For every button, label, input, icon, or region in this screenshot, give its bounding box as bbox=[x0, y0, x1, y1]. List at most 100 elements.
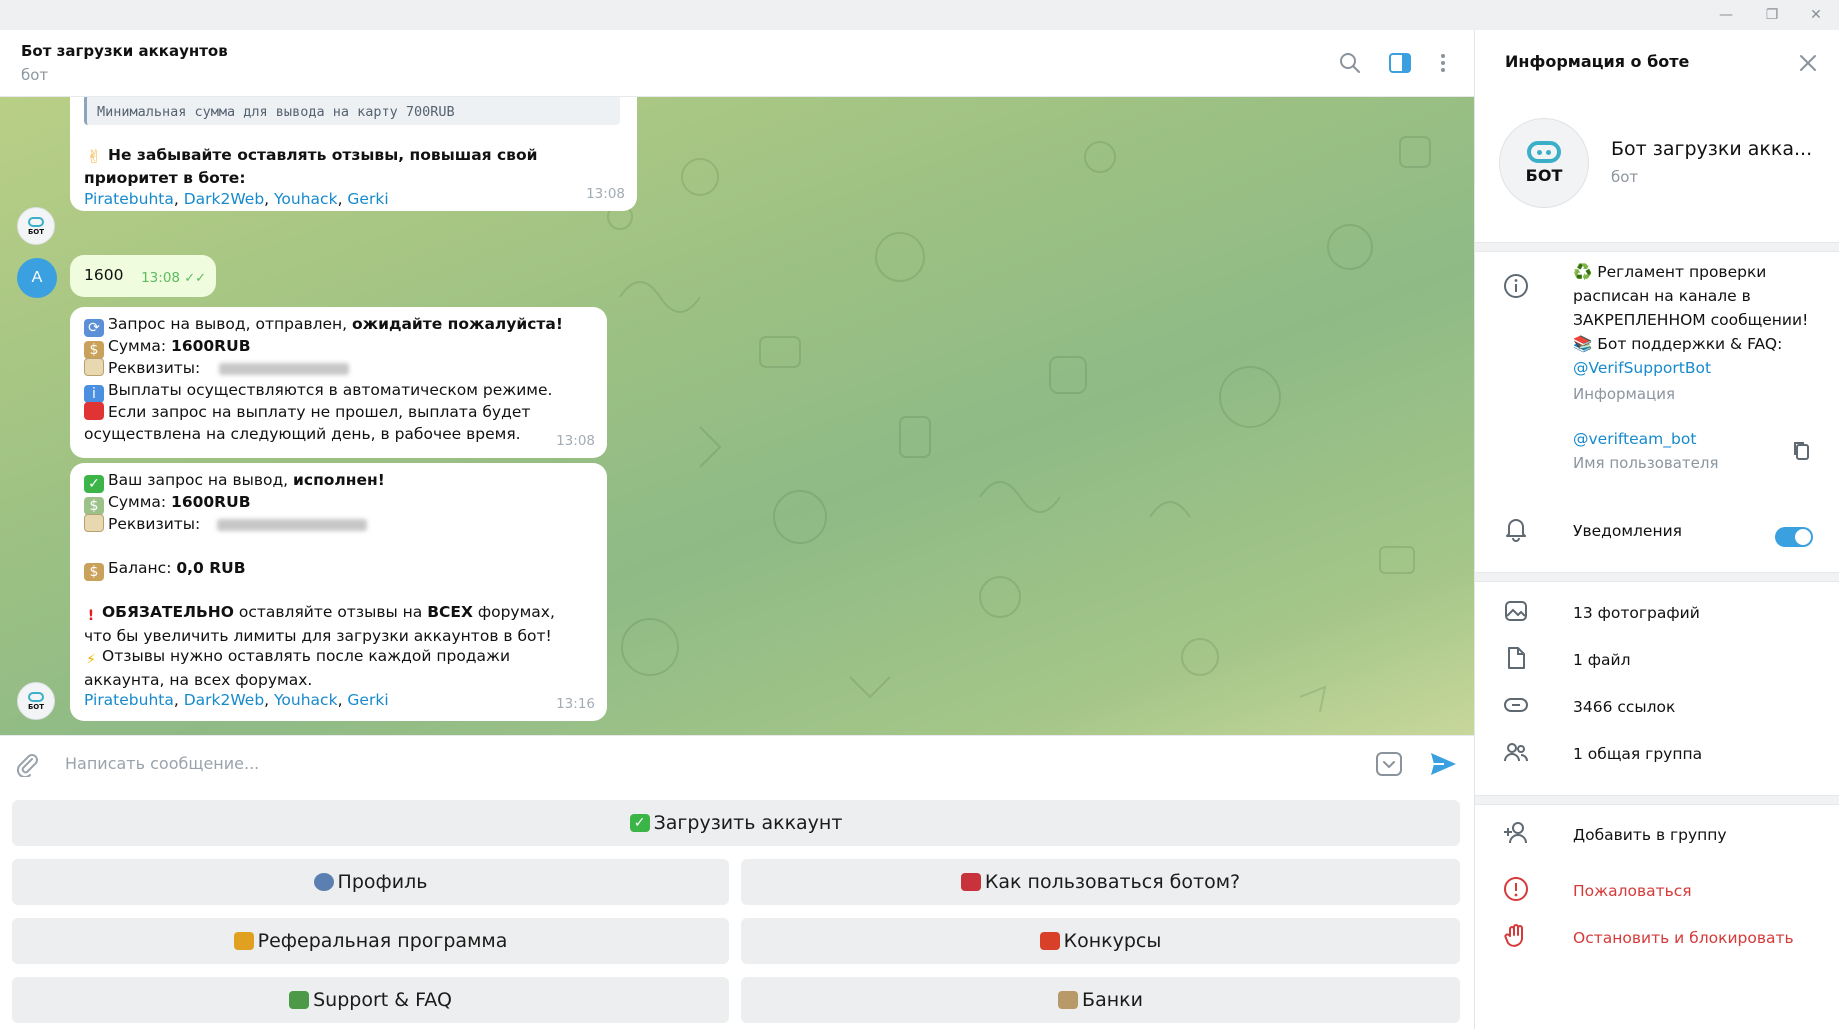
link-separator: , bbox=[264, 190, 275, 208]
sidebar-toggle-button[interactable] bbox=[1385, 48, 1415, 78]
bot-description: ♻️ Регламент проверки расписан на канале… bbox=[1573, 260, 1818, 380]
link-dark2web[interactable]: Dark2Web bbox=[184, 691, 264, 709]
amount-value: 1600RUB bbox=[171, 493, 251, 511]
bell-icon bbox=[1502, 515, 1530, 543]
message-bot[interactable]: ✓ Ваш запрос на вывод, исполнен! $ Сумма: … bbox=[70, 463, 607, 721]
links-item[interactable]: 3466 ссылок bbox=[1573, 695, 1675, 719]
user-avatar[interactable]: A bbox=[17, 258, 57, 298]
file-icon bbox=[1502, 644, 1530, 672]
panel-title: Информация о боте bbox=[1505, 52, 1690, 71]
restore-button[interactable]: ❐ bbox=[1749, 0, 1795, 30]
common-groups-item[interactable]: 1 общая группа bbox=[1573, 742, 1702, 766]
upload-account-button[interactable]: ✓ Загрузить аккаунт bbox=[12, 800, 1460, 846]
link-separator: , bbox=[337, 190, 348, 208]
chat-subtitle: бот bbox=[21, 66, 49, 84]
megaphone-icon bbox=[233, 932, 254, 950]
message-text-bold: ВСЕХ bbox=[427, 603, 473, 621]
link-piratebuhta[interactable]: Piratebuhta bbox=[84, 190, 174, 208]
message-time: 13:16 bbox=[556, 696, 595, 712]
redacted-details bbox=[217, 518, 368, 531]
message-time: 13:08 bbox=[586, 186, 625, 202]
button-label: Профиль bbox=[337, 871, 428, 893]
paperclip-icon bbox=[16, 754, 38, 779]
files-item[interactable]: 1 файл bbox=[1573, 648, 1631, 672]
message-text-bold: исполнен! bbox=[293, 471, 385, 489]
red-square-icon bbox=[84, 402, 104, 420]
bank-icon bbox=[1058, 991, 1079, 1009]
close-window-button[interactable]: ✕ bbox=[1793, 0, 1839, 30]
report-button[interactable]: Пожаловаться bbox=[1573, 879, 1692, 903]
message-bot[interactable]: ⟳ Запрос на вывод, отправлен, ожидайте по… bbox=[70, 307, 607, 458]
message-text: 1600 bbox=[84, 266, 124, 284]
link-separator: , bbox=[173, 190, 184, 208]
button-label: Банки bbox=[1082, 989, 1143, 1011]
message-text: Реквизиты: bbox=[108, 359, 201, 377]
button-label: Support & FAQ bbox=[313, 989, 452, 1011]
send-button[interactable] bbox=[1428, 749, 1458, 779]
message-text: Сумма: bbox=[108, 493, 172, 511]
minimize-button[interactable]: — bbox=[1703, 0, 1749, 30]
add-user-icon bbox=[1502, 819, 1530, 847]
banks-button[interactable]: Банки bbox=[741, 977, 1460, 1023]
close-icon bbox=[1800, 55, 1816, 71]
victory-hand-icon: ✌ bbox=[86, 147, 102, 168]
section-divider bbox=[1475, 795, 1839, 805]
description-line: 📚 Бот поддержки & FAQ: bbox=[1573, 335, 1783, 353]
user-icon bbox=[313, 873, 334, 891]
balance-value: 0,0 RUB bbox=[176, 559, 246, 577]
chat-title[interactable]: Бот загрузки аккаунтов bbox=[21, 42, 228, 60]
message-text-bold: ожидайте пожалуйста! bbox=[352, 315, 563, 333]
message-outgoing[interactable]: 1600 13:08 ✓✓ bbox=[70, 255, 216, 297]
link-youhack[interactable]: Youhack bbox=[274, 190, 338, 208]
message-text: Если запрос на выплату не прошел, выплат… bbox=[84, 403, 531, 443]
message-bot[interactable]: Минимальная сумма для вывода на карту 70… bbox=[70, 97, 637, 211]
bot-username[interactable]: @verifteam_bot bbox=[1573, 427, 1696, 451]
contests-button[interactable]: Конкурсы bbox=[741, 918, 1460, 964]
add-to-group-button[interactable]: Добавить в группу bbox=[1573, 823, 1727, 847]
credit-card-icon bbox=[84, 514, 104, 532]
robot-icon bbox=[28, 216, 44, 227]
link-separator: , bbox=[264, 691, 275, 709]
how-to-use-button[interactable]: Как пользоваться ботом? bbox=[741, 859, 1460, 905]
redacted-details bbox=[219, 362, 350, 375]
bot-avatar[interactable]: БОТ bbox=[17, 207, 55, 245]
message-text: Сумма: bbox=[108, 337, 172, 355]
link-dark2web[interactable]: Dark2Web bbox=[184, 190, 264, 208]
link-gerki[interactable]: Gerki bbox=[347, 190, 388, 208]
message-text: Не забывайте оставлять отзывы, повышая с… bbox=[84, 146, 538, 187]
profile-button[interactable]: Профиль bbox=[12, 859, 729, 905]
referral-button[interactable]: Реферальная программа bbox=[12, 918, 729, 964]
message-time: 13:08 bbox=[141, 270, 180, 286]
support-faq-button[interactable]: Support & FAQ bbox=[12, 977, 729, 1023]
bot-profile-avatar[interactable]: БОТ bbox=[1499, 118, 1589, 208]
link-youhack[interactable]: Youhack bbox=[274, 691, 338, 709]
chat-header[interactable]: Бот загрузки аккаунтов бот bbox=[0, 30, 1474, 97]
close-panel-button[interactable] bbox=[1795, 50, 1821, 76]
bot-type: бот bbox=[1611, 168, 1639, 186]
bot-keyboard-button[interactable] bbox=[1375, 750, 1403, 778]
gift-icon bbox=[1039, 932, 1060, 950]
search-button[interactable] bbox=[1335, 48, 1365, 78]
chat-messages[interactable]: Минимальная сумма для вывода на карту 70… bbox=[0, 97, 1474, 735]
button-label: Реферальная программа bbox=[257, 930, 508, 952]
message-time: 13:08 bbox=[556, 433, 595, 449]
check-mark-icon: ✓ bbox=[629, 814, 650, 832]
block-bot-button[interactable]: Остановить и блокировать bbox=[1573, 926, 1794, 950]
notifications-label: Уведомления bbox=[1573, 522, 1682, 540]
book-icon bbox=[960, 873, 981, 891]
sidebar-icon bbox=[1389, 53, 1411, 73]
message-input[interactable]: Написать сообщение... bbox=[65, 754, 259, 773]
forum-links: Piratebuhta, Dark2Web, Youhack, Gerki bbox=[84, 689, 389, 711]
link-piratebuhta[interactable]: Piratebuhta bbox=[84, 691, 174, 709]
message-text: оставляйте отзывы на bbox=[233, 603, 428, 621]
attach-button[interactable] bbox=[14, 751, 42, 779]
bot-avatar[interactable]: БОТ bbox=[17, 682, 55, 720]
photos-item[interactable]: 13 фотографий bbox=[1573, 601, 1700, 625]
message-text: Ваш запрос на вывод, bbox=[108, 471, 294, 489]
notifications-toggle[interactable] bbox=[1775, 527, 1813, 547]
support-bot-link[interactable]: @VerifSupportBot bbox=[1573, 356, 1818, 380]
copy-username-button[interactable] bbox=[1791, 440, 1813, 462]
close-icon: ✕ bbox=[1810, 7, 1822, 23]
more-button[interactable] bbox=[1428, 48, 1458, 78]
link-gerki[interactable]: Gerki bbox=[347, 691, 388, 709]
